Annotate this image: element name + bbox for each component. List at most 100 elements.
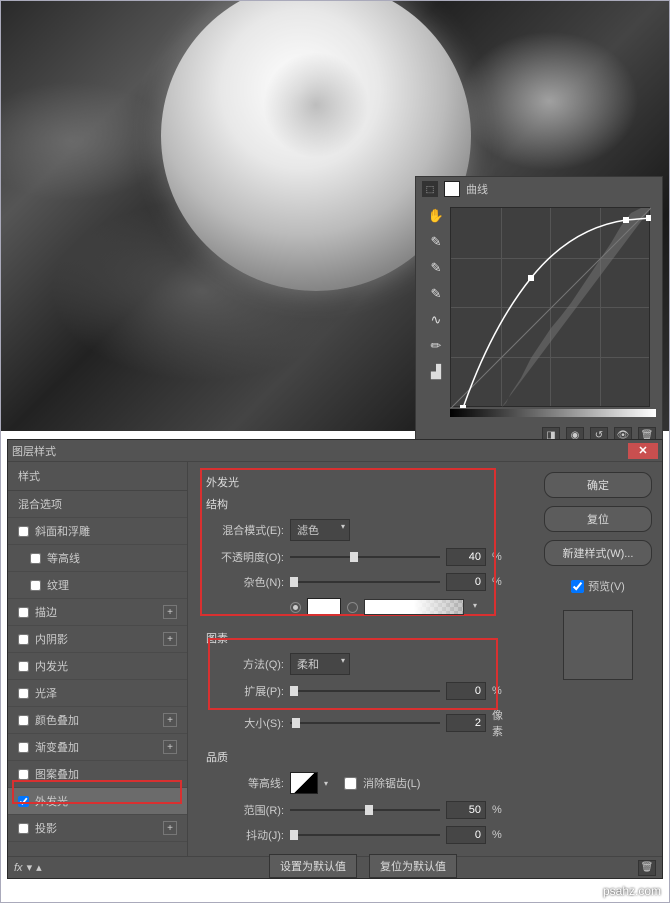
style-item-stroke[interactable]: 描边 + <box>8 599 187 626</box>
style-header: 样式 <box>8 462 187 491</box>
gradient-radio[interactable] <box>347 602 358 613</box>
curves-header: ⬚ 曲线 <box>416 177 662 201</box>
style-checkbox[interactable] <box>30 553 41 564</box>
chevron-up-icon[interactable]: ▴ <box>36 861 42 874</box>
style-checkbox[interactable] <box>18 634 29 645</box>
layer-mask-icon[interactable] <box>444 181 460 197</box>
jitter-label: 抖动(J): <box>206 827 284 843</box>
style-item-pattern-overlay[interactable]: 图案叠加 <box>8 761 187 788</box>
technique-label: 方法(Q): <box>206 656 284 672</box>
chevron-down-icon[interactable]: ▾ <box>27 861 33 874</box>
section-title: 外发光 <box>206 474 520 490</box>
hand-tool-icon[interactable]: ✋ <box>427 207 445 225</box>
style-item-outer-glow[interactable]: 外发光 <box>8 788 187 815</box>
style-settings: 外发光 结构 混合模式(E): 滤色 不透明度(O): 40 % 杂色(N): … <box>188 462 534 856</box>
style-checkbox[interactable] <box>18 688 29 699</box>
quality-title: 品质 <box>206 749 520 765</box>
structure-title: 结构 <box>206 496 520 512</box>
opacity-slider[interactable] <box>290 550 440 564</box>
style-checkbox[interactable] <box>18 796 29 807</box>
style-item-drop-shadow[interactable]: 投影 + <box>8 815 187 842</box>
dialog-buttons: 确定 复位 新建样式(W)... 预览(V) <box>534 462 662 856</box>
size-label: 大小(S): <box>206 715 284 731</box>
fx-icon[interactable]: fx <box>14 862 23 874</box>
gradient-picker[interactable] <box>364 599 464 615</box>
range-input[interactable]: 50 <box>446 801 486 819</box>
cancel-button[interactable]: 复位 <box>544 506 652 532</box>
style-checkbox[interactable] <box>18 715 29 726</box>
adjustment-icon[interactable]: ⬚ <box>422 181 438 197</box>
range-slider[interactable] <box>290 803 440 817</box>
preview-checkbox[interactable] <box>571 580 584 593</box>
style-checkbox[interactable] <box>30 580 41 591</box>
add-effect-icon[interactable]: + <box>163 821 177 835</box>
eyedropper-white-icon[interactable]: ✎ <box>427 285 445 303</box>
size-unit: 像素 <box>492 707 512 739</box>
spread-input[interactable]: 0 <box>446 682 486 700</box>
make-default-button[interactable]: 设置为默认值 <box>269 854 357 878</box>
add-effect-icon[interactable]: + <box>163 632 177 646</box>
range-label: 范围(R): <box>206 802 284 818</box>
contour-picker[interactable] <box>290 772 318 794</box>
elements-title: 图素 <box>206 630 520 646</box>
jitter-input[interactable]: 0 <box>446 826 486 844</box>
opacity-label: 不透明度(O): <box>206 549 284 565</box>
cloud <box>459 31 639 171</box>
style-item-gradient-overlay[interactable]: 渐变叠加 + <box>8 734 187 761</box>
highlight-annotation <box>200 468 496 616</box>
blend-mode-label: 混合模式(E): <box>206 522 284 538</box>
cloud <box>1 81 171 201</box>
style-list-panel: 样式 混合选项 斜面和浮雕 等高线 纹理 <box>8 462 188 856</box>
add-effect-icon[interactable]: + <box>163 740 177 754</box>
style-item-inner-glow[interactable]: 内发光 <box>8 653 187 680</box>
style-checkbox[interactable] <box>18 823 29 834</box>
dialog-titlebar[interactable]: 图层样式 ✕ <box>8 440 662 462</box>
style-item-contour[interactable]: 等高线 <box>8 545 187 572</box>
gradient-strip <box>450 409 656 417</box>
curve-smooth-icon[interactable]: ∿ <box>427 311 445 329</box>
contour-label: 等高线: <box>206 775 284 791</box>
noise-label: 杂色(N): <box>206 574 284 590</box>
add-effect-icon[interactable]: + <box>163 605 177 619</box>
style-checkbox[interactable] <box>18 742 29 753</box>
close-button[interactable]: ✕ <box>628 443 658 459</box>
curves-graph[interactable] <box>450 207 650 407</box>
spread-label: 扩展(P): <box>206 683 284 699</box>
preview-label: 预览(V) <box>588 578 625 594</box>
add-effect-icon[interactable]: + <box>163 713 177 727</box>
style-item-texture[interactable]: 纹理 <box>8 572 187 599</box>
style-item-inner-shadow[interactable]: 内阴影 + <box>8 626 187 653</box>
preview-thumbnail <box>563 610 633 680</box>
histogram-icon[interactable]: ▟ <box>427 363 445 381</box>
eyedropper-black-icon[interactable]: ✎ <box>427 233 445 251</box>
layer-style-dialog: 图层样式 ✕ 样式 混合选项 斜面和浮雕 等高线 纹理 <box>7 439 663 879</box>
eyedropper-gray-icon[interactable]: ✎ <box>427 259 445 277</box>
jitter-slider[interactable] <box>290 828 440 842</box>
new-style-button[interactable]: 新建样式(W)... <box>544 540 652 566</box>
noise-input[interactable]: 0 <box>446 573 486 591</box>
trash-icon[interactable]: 🗑 <box>638 860 656 876</box>
watermark: psahz.com <box>603 884 661 898</box>
curves-tools: ✋ ✎ ✎ ✎ ∿ ✏ ▟ <box>422 207 450 417</box>
color-radio[interactable] <box>290 602 301 613</box>
noise-slider[interactable] <box>290 575 440 589</box>
ok-button[interactable]: 确定 <box>544 472 652 498</box>
color-swatch[interactable] <box>307 598 341 616</box>
antialiased-checkbox[interactable] <box>344 777 357 790</box>
spread-slider[interactable] <box>290 684 440 698</box>
curve-pencil-icon[interactable]: ✏ <box>427 337 445 355</box>
opacity-input[interactable]: 40 <box>446 548 486 566</box>
style-checkbox[interactable] <box>18 526 29 537</box>
size-input[interactable]: 2 <box>446 714 486 732</box>
style-checkbox[interactable] <box>18 661 29 672</box>
reset-default-button[interactable]: 复位为默认值 <box>369 854 457 878</box>
style-checkbox[interactable] <box>18 607 29 618</box>
style-checkbox[interactable] <box>18 769 29 780</box>
blending-options[interactable]: 混合选项 <box>8 491 187 518</box>
blend-mode-select[interactable]: 滤色 <box>290 519 350 541</box>
style-item-bevel[interactable]: 斜面和浮雕 <box>8 518 187 545</box>
size-slider[interactable] <box>290 716 440 730</box>
style-item-color-overlay[interactable]: 颜色叠加 + <box>8 707 187 734</box>
style-item-satin[interactable]: 光泽 <box>8 680 187 707</box>
technique-select[interactable]: 柔和 <box>290 653 350 675</box>
